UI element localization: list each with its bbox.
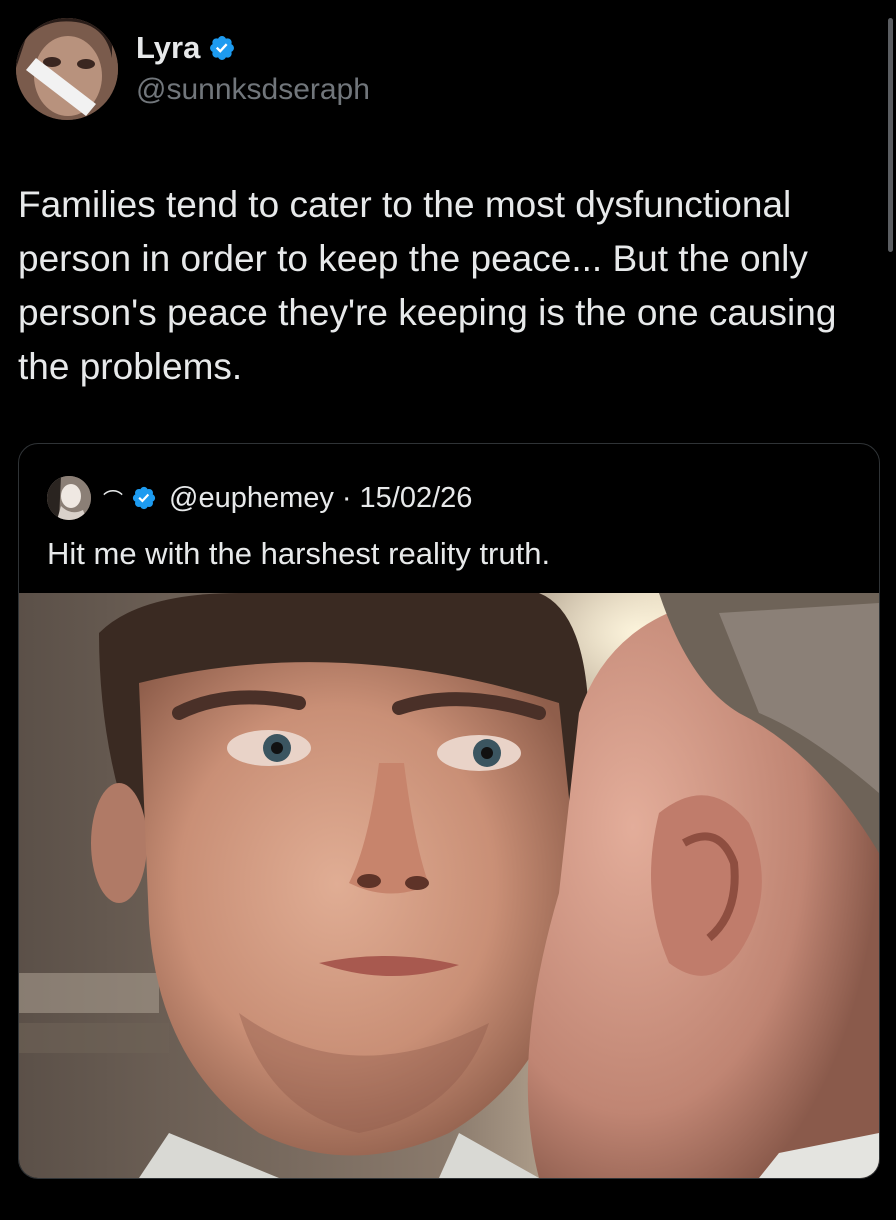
quoted-date[interactable]: 15/02/26 [360, 482, 473, 515]
quoted-author-handle[interactable]: @euphemey [169, 482, 334, 515]
author-display-name[interactable]: Lyra [136, 30, 200, 66]
media-photo [19, 593, 879, 1178]
tweet-text: Families tend to cater to the most dysfu… [18, 184, 837, 387]
quoted-verified-badge-icon [131, 485, 157, 511]
quoted-tweet[interactable]: ⌒ @euphemey · 15/02/26 Hit me with the h… [18, 443, 880, 1179]
quoted-author-avatar[interactable] [47, 476, 91, 520]
quoted-media-image[interactable] [19, 593, 879, 1178]
quoted-separator: · [341, 481, 352, 514]
scrollbar[interactable] [888, 18, 893, 252]
quoted-author-name[interactable]: ⌒ [103, 484, 123, 513]
verified-badge-icon [208, 34, 236, 62]
author-handle[interactable]: @sunnksdseraph [136, 72, 370, 108]
author-avatar[interactable] [16, 18, 118, 120]
tweet-page: Lyra @sunnksdseraph Families tend to cat… [0, 0, 896, 1220]
author-info: Lyra @sunnksdseraph [136, 30, 370, 108]
avatar-photo [16, 18, 118, 120]
quoted-tweet-header: ⌒ @euphemey · 15/02/26 [47, 476, 472, 520]
quoted-tweet-text: Hit me with the harshest reality truth. [47, 536, 551, 571]
quoted-avatar-photo [47, 476, 91, 520]
